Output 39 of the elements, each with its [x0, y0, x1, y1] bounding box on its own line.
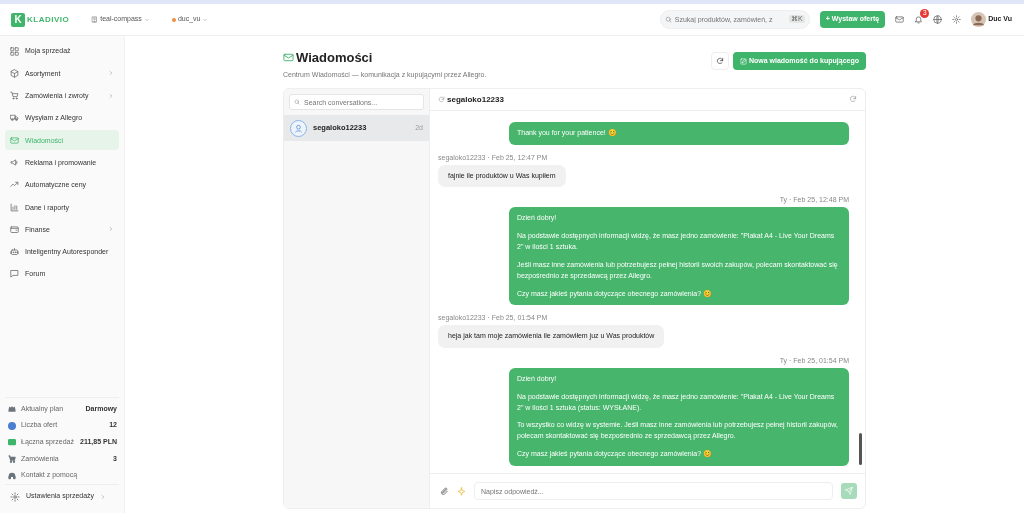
avatar[interactable]	[971, 12, 987, 27]
loading-icon	[438, 96, 445, 103]
cart-icon	[10, 91, 19, 101]
send-icon	[845, 487, 853, 495]
truck-icon	[10, 113, 19, 123]
chevron-icon	[100, 493, 107, 500]
robot-icon	[10, 247, 19, 257]
mail-icon	[283, 52, 294, 64]
caret-icon	[202, 16, 209, 23]
refresh-icon	[715, 57, 724, 65]
edit-icon	[739, 57, 747, 65]
globe-icon	[933, 15, 943, 24]
page-title: Wiadomości	[296, 49, 373, 67]
user-icon	[290, 119, 307, 137]
logo-text: KLADIVIO	[27, 13, 70, 26]
search-icon	[664, 16, 672, 23]
wallet-icon	[10, 224, 19, 234]
box-icon	[10, 68, 19, 78]
caret-icon	[143, 16, 150, 23]
bell-icon	[914, 15, 924, 24]
building-icon	[91, 16, 99, 23]
mail-icon[interactable]	[895, 15, 905, 24]
logo-mark: K	[11, 12, 25, 27]
chart-icon	[10, 202, 19, 212]
refresh-icon	[849, 95, 857, 104]
search-icon	[294, 99, 300, 105]
grid-icon	[10, 46, 19, 56]
paperclip-icon	[440, 486, 449, 496]
chat-icon	[10, 269, 19, 279]
trend-icon	[10, 180, 19, 190]
mail-icon	[10, 135, 19, 145]
status-dot	[171, 17, 176, 22]
mega-icon	[10, 158, 19, 167]
refresh-button[interactable]	[710, 52, 729, 70]
settings-icon	[10, 491, 20, 502]
contact-name: segaloko12233	[447, 93, 504, 106]
settings-icon	[952, 15, 962, 24]
sparkle-icon	[457, 486, 466, 496]
scrollbar[interactable]	[859, 433, 862, 465]
